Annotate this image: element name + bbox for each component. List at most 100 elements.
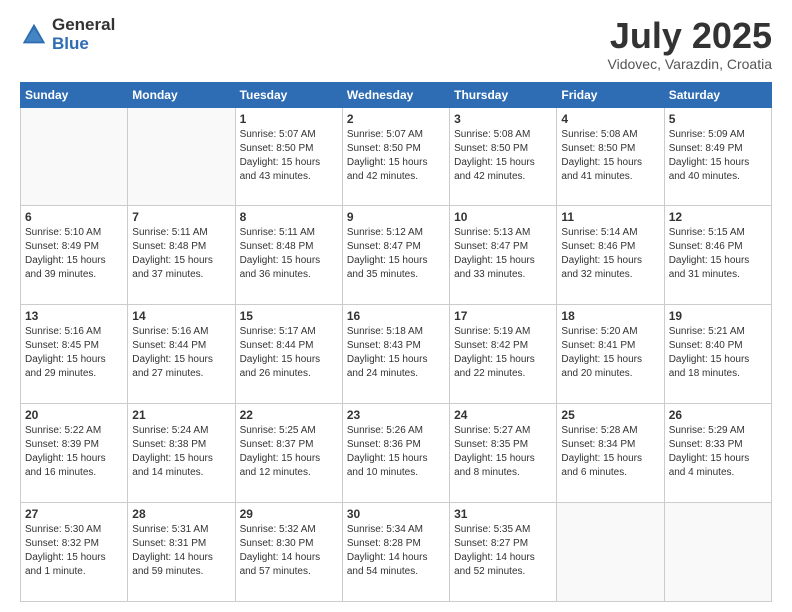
day-cell: 1 Sunrise: 5:07 AM Sunset: 8:50 PM Daylig… xyxy=(235,107,342,206)
day-number: 19 xyxy=(669,309,767,323)
col-header-friday: Friday xyxy=(557,82,664,107)
day-detail: Sunrise: 5:16 AM Sunset: 8:45 PM Dayligh… xyxy=(25,325,123,381)
day-detail: Sunrise: 5:14 AM Sunset: 8:46 PM Dayligh… xyxy=(561,226,659,282)
day-cell: 18 Sunrise: 5:20 AM Sunset: 8:41 PM Dayli… xyxy=(557,305,664,404)
day-detail: Sunrise: 5:22 AM Sunset: 8:39 PM Dayligh… xyxy=(25,424,123,480)
day-detail: Sunrise: 5:25 AM Sunset: 8:37 PM Dayligh… xyxy=(240,424,338,480)
day-detail: Sunrise: 5:28 AM Sunset: 8:34 PM Dayligh… xyxy=(561,424,659,480)
day-number: 6 xyxy=(25,210,123,224)
day-detail: Sunrise: 5:11 AM Sunset: 8:48 PM Dayligh… xyxy=(132,226,230,282)
day-detail: Sunrise: 5:18 AM Sunset: 8:43 PM Dayligh… xyxy=(347,325,445,381)
day-detail: Sunrise: 5:19 AM Sunset: 8:42 PM Dayligh… xyxy=(454,325,552,381)
week-row-2: 6 Sunrise: 5:10 AM Sunset: 8:49 PM Daylig… xyxy=(21,206,772,305)
col-header-saturday: Saturday xyxy=(664,82,771,107)
day-number: 3 xyxy=(454,112,552,126)
day-detail: Sunrise: 5:26 AM Sunset: 8:36 PM Dayligh… xyxy=(347,424,445,480)
day-detail: Sunrise: 5:30 AM Sunset: 8:32 PM Dayligh… xyxy=(25,523,123,579)
calendar-table: SundayMondayTuesdayWednesdayThursdayFrid… xyxy=(20,82,772,602)
day-number: 25 xyxy=(561,408,659,422)
day-cell: 8 Sunrise: 5:11 AM Sunset: 8:48 PM Daylig… xyxy=(235,206,342,305)
day-number: 9 xyxy=(347,210,445,224)
day-cell: 24Sunrise: 5:27 AM Sunset: 8:35 PM Dayli… xyxy=(450,404,557,503)
logo: General Blue xyxy=(20,16,115,53)
day-cell: 17 Sunrise: 5:19 AM Sunset: 8:42 PM Dayli… xyxy=(450,305,557,404)
day-number: 10 xyxy=(454,210,552,224)
col-header-tuesday: Tuesday xyxy=(235,82,342,107)
day-cell: 30Sunrise: 5:34 AM Sunset: 8:28 PM Dayli… xyxy=(342,503,449,602)
day-number: 16 xyxy=(347,309,445,323)
week-row-3: 13 Sunrise: 5:16 AM Sunset: 8:45 PM Dayli… xyxy=(21,305,772,404)
day-detail: Sunrise: 5:07 AM Sunset: 8:50 PM Dayligh… xyxy=(240,128,338,184)
logo-text: General Blue xyxy=(52,16,115,53)
day-detail: Sunrise: 5:20 AM Sunset: 8:41 PM Dayligh… xyxy=(561,325,659,381)
week-row-4: 20Sunrise: 5:22 AM Sunset: 8:39 PM Dayli… xyxy=(21,404,772,503)
day-cell: 10 Sunrise: 5:13 AM Sunset: 8:47 PM Dayli… xyxy=(450,206,557,305)
day-number: 23 xyxy=(347,408,445,422)
day-cell: 4Sunrise: 5:08 AM Sunset: 8:50 PM Daylig… xyxy=(557,107,664,206)
day-cell: 13 Sunrise: 5:16 AM Sunset: 8:45 PM Dayli… xyxy=(21,305,128,404)
week-row-5: 27 Sunrise: 5:30 AM Sunset: 8:32 PM Dayli… xyxy=(21,503,772,602)
day-cell xyxy=(557,503,664,602)
day-number: 4 xyxy=(561,112,659,126)
week-row-1: 1 Sunrise: 5:07 AM Sunset: 8:50 PM Daylig… xyxy=(21,107,772,206)
day-detail: Sunrise: 5:24 AM Sunset: 8:38 PM Dayligh… xyxy=(132,424,230,480)
day-cell: 20Sunrise: 5:22 AM Sunset: 8:39 PM Dayli… xyxy=(21,404,128,503)
day-number: 1 xyxy=(240,112,338,126)
day-number: 24 xyxy=(454,408,552,422)
day-cell xyxy=(664,503,771,602)
day-number: 12 xyxy=(669,210,767,224)
day-cell: 31 Sunrise: 5:35 AM Sunset: 8:27 PM Dayli… xyxy=(450,503,557,602)
day-detail: Sunrise: 5:31 AM Sunset: 8:31 PM Dayligh… xyxy=(132,523,230,579)
day-detail: Sunrise: 5:11 AM Sunset: 8:48 PM Dayligh… xyxy=(240,226,338,282)
day-number: 8 xyxy=(240,210,338,224)
day-cell: 29Sunrise: 5:32 AM Sunset: 8:30 PM Dayli… xyxy=(235,503,342,602)
day-number: 5 xyxy=(669,112,767,126)
day-cell: 14Sunrise: 5:16 AM Sunset: 8:44 PM Dayli… xyxy=(128,305,235,404)
day-number: 17 xyxy=(454,309,552,323)
day-number: 18 xyxy=(561,309,659,323)
day-detail: Sunrise: 5:29 AM Sunset: 8:33 PM Dayligh… xyxy=(669,424,767,480)
day-number: 26 xyxy=(669,408,767,422)
day-number: 28 xyxy=(132,507,230,521)
day-detail: Sunrise: 5:09 AM Sunset: 8:49 PM Dayligh… xyxy=(669,128,767,184)
day-detail: Sunrise: 5:08 AM Sunset: 8:50 PM Dayligh… xyxy=(454,128,552,184)
header: General Blue July 2025 Vidovec, Varazdin… xyxy=(20,16,772,72)
logo-blue: Blue xyxy=(52,35,115,54)
logo-general: General xyxy=(52,16,115,35)
day-number: 29 xyxy=(240,507,338,521)
day-number: 11 xyxy=(561,210,659,224)
day-cell: 21 Sunrise: 5:24 AM Sunset: 8:38 PM Dayli… xyxy=(128,404,235,503)
title-block: July 2025 Vidovec, Varazdin, Croatia xyxy=(608,16,772,72)
day-cell: 12Sunrise: 5:15 AM Sunset: 8:46 PM Dayli… xyxy=(664,206,771,305)
day-number: 27 xyxy=(25,507,123,521)
day-number: 21 xyxy=(132,408,230,422)
day-cell: 19 Sunrise: 5:21 AM Sunset: 8:40 PM Dayli… xyxy=(664,305,771,404)
day-detail: Sunrise: 5:17 AM Sunset: 8:44 PM Dayligh… xyxy=(240,325,338,381)
col-header-thursday: Thursday xyxy=(450,82,557,107)
day-cell: 5 Sunrise: 5:09 AM Sunset: 8:49 PM Daylig… xyxy=(664,107,771,206)
day-number: 13 xyxy=(25,309,123,323)
day-cell: 22Sunrise: 5:25 AM Sunset: 8:37 PM Dayli… xyxy=(235,404,342,503)
page: General Blue July 2025 Vidovec, Varazdin… xyxy=(0,0,792,612)
day-number: 2 xyxy=(347,112,445,126)
day-number: 30 xyxy=(347,507,445,521)
day-cell: 25 Sunrise: 5:28 AM Sunset: 8:34 PM Dayli… xyxy=(557,404,664,503)
col-header-sunday: Sunday xyxy=(21,82,128,107)
day-cell: 6 Sunrise: 5:10 AM Sunset: 8:49 PM Daylig… xyxy=(21,206,128,305)
day-detail: Sunrise: 5:16 AM Sunset: 8:44 PM Dayligh… xyxy=(132,325,230,381)
day-cell: 2 Sunrise: 5:07 AM Sunset: 8:50 PM Daylig… xyxy=(342,107,449,206)
day-detail: Sunrise: 5:35 AM Sunset: 8:27 PM Dayligh… xyxy=(454,523,552,579)
day-detail: Sunrise: 5:21 AM Sunset: 8:40 PM Dayligh… xyxy=(669,325,767,381)
day-cell: 15 Sunrise: 5:17 AM Sunset: 8:44 PM Dayli… xyxy=(235,305,342,404)
day-cell: 11 Sunrise: 5:14 AM Sunset: 8:46 PM Dayli… xyxy=(557,206,664,305)
day-detail: Sunrise: 5:12 AM Sunset: 8:47 PM Dayligh… xyxy=(347,226,445,282)
day-number: 31 xyxy=(454,507,552,521)
day-detail: Sunrise: 5:13 AM Sunset: 8:47 PM Dayligh… xyxy=(454,226,552,282)
day-cell: 26 Sunrise: 5:29 AM Sunset: 8:33 PM Dayli… xyxy=(664,404,771,503)
location: Vidovec, Varazdin, Croatia xyxy=(608,56,772,72)
day-cell: 9 Sunrise: 5:12 AM Sunset: 8:47 PM Daylig… xyxy=(342,206,449,305)
day-detail: Sunrise: 5:07 AM Sunset: 8:50 PM Dayligh… xyxy=(347,128,445,184)
day-number: 15 xyxy=(240,309,338,323)
day-cell: 28 Sunrise: 5:31 AM Sunset: 8:31 PM Dayli… xyxy=(128,503,235,602)
day-detail: Sunrise: 5:10 AM Sunset: 8:49 PM Dayligh… xyxy=(25,226,123,282)
